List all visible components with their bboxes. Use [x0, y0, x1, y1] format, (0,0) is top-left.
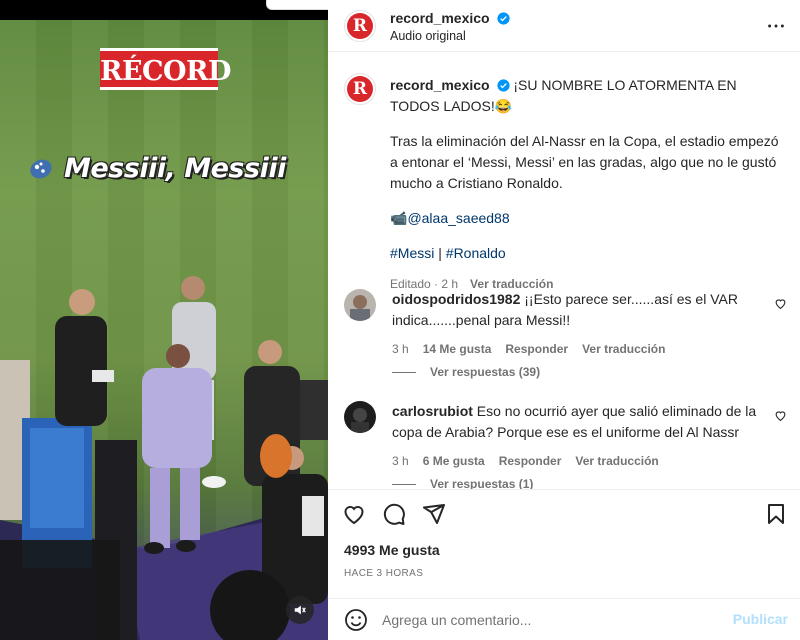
video-caption-overlay: Messiii, Messiii — [24, 148, 324, 188]
comment-username[interactable]: carlosrubiot — [392, 403, 473, 419]
hashtag-ronaldo-link[interactable]: #Ronaldo — [446, 245, 506, 261]
publish-comment-button[interactable]: Publicar — [733, 611, 788, 627]
avatar-letter: R — [347, 13, 373, 39]
more-dots-icon — [768, 24, 784, 28]
save-button[interactable] — [764, 502, 790, 528]
post-caption: record_mexico ¡SU NOMBRE LO ATORMENTA EN… — [390, 75, 780, 295]
reply-button[interactable]: Responder — [499, 451, 562, 472]
add-comment-bar: Publicar — [328, 598, 800, 640]
caption-username[interactable]: record_mexico — [390, 77, 490, 93]
comment-bubble-icon — [383, 503, 405, 525]
likes-count[interactable]: 4993 Me gusta — [344, 542, 440, 558]
comment-translate-link[interactable]: Ver traducción — [582, 339, 665, 360]
avatar-photo — [344, 401, 376, 433]
view-replies-label: Ver respuestas (39) — [430, 365, 541, 379]
comment-button[interactable] — [382, 502, 408, 528]
view-replies-button[interactable]: Ver respuestas (39) — [392, 365, 540, 379]
post-header: R record_mexico Audio original — [328, 0, 800, 52]
comment-avatar[interactable] — [344, 289, 376, 321]
view-replies-label: Ver respuestas (1) — [430, 477, 534, 489]
view-replies-button[interactable]: Ver respuestas (1) — [392, 477, 533, 489]
caption-avatar[interactable]: R — [344, 73, 376, 105]
speaker-muted-icon — [294, 605, 306, 615]
post-timestamp: HACE 3 HORAS — [344, 568, 424, 579]
heart-icon — [344, 506, 364, 525]
verified-badge-icon — [496, 79, 510, 92]
emoji-picker-button[interactable] — [344, 608, 368, 632]
caption-body: Tras la eliminación del Al-Nassr en la C… — [390, 133, 779, 191]
mute-toggle-button[interactable] — [286, 596, 314, 624]
post-video[interactable]: RÉCORD Messiii, Messiii — [0, 0, 328, 640]
share-button[interactable] — [422, 502, 448, 528]
bookmark-icon — [768, 504, 784, 524]
comment-likes[interactable]: 14 Me gusta — [423, 339, 492, 360]
hashtag-messi-link[interactable]: #Messi — [390, 245, 434, 261]
avatar-photo — [344, 289, 376, 321]
comment-time: 3 h — [392, 342, 409, 356]
comment-input[interactable] — [382, 607, 712, 633]
heart-icon — [775, 411, 786, 422]
credit-mention-link[interactable]: @alaa_saeed88 — [407, 210, 509, 226]
speaker-emoji-icon — [24, 151, 58, 185]
camera-emoji-icon: 📹 — [390, 210, 408, 226]
players-scene — [0, 276, 328, 640]
audio-label[interactable]: Audio original — [390, 29, 466, 43]
comment-time: 3 h — [392, 454, 409, 468]
record-logo-overlay: RÉCORD — [100, 48, 231, 90]
comment-likes[interactable]: 6 Me gusta — [423, 451, 485, 472]
verified-badge-icon — [497, 12, 510, 25]
video-caption-text: Messiii, Messiii — [64, 152, 286, 184]
replies-line — [392, 483, 416, 485]
post-side-panel: R record_mexico Audio original R record_… — [328, 0, 800, 640]
comment-like-button[interactable] — [774, 297, 788, 311]
comments-scroll-area[interactable]: R record_mexico ¡SU NOMBRE LO ATORMENTA … — [328, 53, 800, 489]
post-actions: 4993 Me gusta HACE 3 HORAS — [328, 489, 800, 589]
comment-username[interactable]: oidospodridos1982 — [392, 291, 520, 307]
video-frame[interactable]: RÉCORD Messiii, Messiii — [0, 20, 328, 640]
like-button[interactable] — [342, 502, 368, 528]
author-avatar[interactable]: R — [344, 10, 376, 42]
heart-icon — [775, 299, 786, 310]
reply-button[interactable]: Responder — [505, 339, 568, 360]
replies-line — [392, 371, 416, 373]
comment-translate-link[interactable]: Ver traducción — [575, 451, 658, 472]
avatar-letter: R — [347, 76, 373, 102]
paper-plane-icon — [423, 504, 445, 524]
hashtag-separator: | — [434, 245, 446, 261]
comment-avatar[interactable] — [344, 401, 376, 433]
author-username[interactable]: record_mexico — [390, 10, 490, 26]
comment-like-button[interactable] — [774, 409, 788, 423]
smiley-icon — [345, 609, 367, 631]
more-options-button[interactable] — [766, 16, 786, 36]
